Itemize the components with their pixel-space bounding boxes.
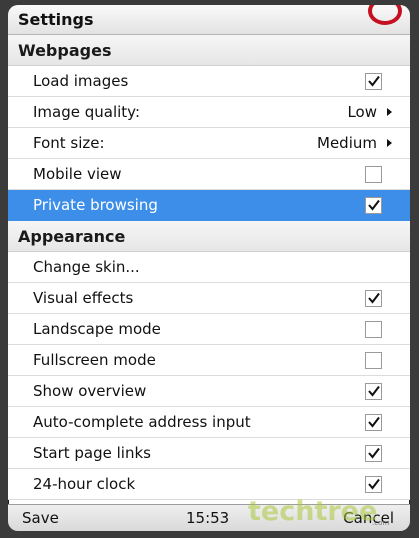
checkmark-icon <box>367 385 380 397</box>
setting-label: Visual effects <box>33 289 134 307</box>
setting-label: Fullscreen mode <box>33 351 156 369</box>
title-bar: Settings <box>8 5 410 35</box>
setting-label: Image quality: <box>33 103 141 121</box>
checkmark-icon <box>367 447 380 459</box>
setting-visual-effects[interactable]: Visual effects <box>8 283 410 314</box>
setting-auto-complete[interactable]: Auto-complete address input <box>8 407 410 438</box>
setting-label: 24-hour clock <box>33 475 136 493</box>
checkbox-visual-effects[interactable] <box>365 289 382 307</box>
setting-start-page-links[interactable]: Start page links <box>8 438 410 469</box>
setting-label: Private browsing <box>33 196 158 214</box>
setting-fullscreen-mode[interactable]: Fullscreen mode <box>8 345 410 376</box>
section-header-webpages: Webpages <box>8 35 410 66</box>
checkmark-icon <box>367 292 380 304</box>
setting-font-size[interactable]: Font size: Medium <box>8 128 410 159</box>
setting-label: Load images <box>33 72 129 90</box>
save-button[interactable]: Save <box>22 509 59 527</box>
checkmark-icon <box>367 416 380 428</box>
setting-value-container: Medium <box>317 134 392 152</box>
section-header-appearance: Appearance <box>8 221 410 252</box>
setting-label: Mobile view <box>33 165 122 183</box>
checkbox-private-browsing[interactable] <box>365 196 382 214</box>
section-title: Appearance <box>18 226 126 246</box>
checkbox-show-overview[interactable] <box>365 382 382 400</box>
setting-label: Start page links <box>33 444 151 462</box>
setting-label: Show overview <box>33 382 147 400</box>
checkbox-landscape-mode[interactable] <box>365 320 382 338</box>
setting-landscape-mode[interactable]: Landscape mode <box>8 314 410 345</box>
setting-label: Font size: <box>33 134 105 152</box>
checkbox-mobile-view[interactable] <box>365 165 382 183</box>
settings-list: Webpages Load images Image quality: Low … <box>8 35 410 500</box>
setting-value: Medium <box>317 134 377 152</box>
checkbox-fullscreen-mode[interactable] <box>365 351 382 369</box>
checkmark-icon <box>367 75 380 87</box>
setting-change-skin[interactable]: Change skin... <box>8 252 410 283</box>
checkbox-start-page-links[interactable] <box>365 444 382 462</box>
checkmark-icon <box>367 199 380 211</box>
setting-image-quality[interactable]: Image quality: Low <box>8 97 410 128</box>
settings-window: Settings Webpages Load images Image qual… <box>8 5 410 531</box>
chevron-right-icon <box>387 108 392 116</box>
section-title: Webpages <box>18 40 112 60</box>
setting-value-container: Low <box>347 103 392 121</box>
setting-value: Low <box>347 103 377 121</box>
watermark-logo: techtree <box>248 496 378 527</box>
setting-private-browsing[interactable]: Private browsing <box>8 190 410 221</box>
setting-label: Landscape mode <box>33 320 161 338</box>
checkbox-auto-complete[interactable] <box>365 413 382 431</box>
checkmark-icon <box>367 478 380 490</box>
chevron-right-icon <box>387 139 392 147</box>
setting-show-overview[interactable]: Show overview <box>8 376 410 407</box>
checkbox-load-images[interactable] <box>365 72 382 90</box>
setting-label: Auto-complete address input <box>33 413 251 431</box>
checkbox-24-hour-clock[interactable] <box>365 475 382 493</box>
opera-logo-icon <box>368 5 402 25</box>
setting-load-images[interactable]: Load images <box>8 66 410 97</box>
window-title: Settings <box>18 10 94 29</box>
watermark-suffix: .com <box>372 519 390 527</box>
setting-label: Change skin... <box>33 258 140 276</box>
clock: 15:53 <box>186 509 230 527</box>
setting-mobile-view[interactable]: Mobile view <box>8 159 410 190</box>
